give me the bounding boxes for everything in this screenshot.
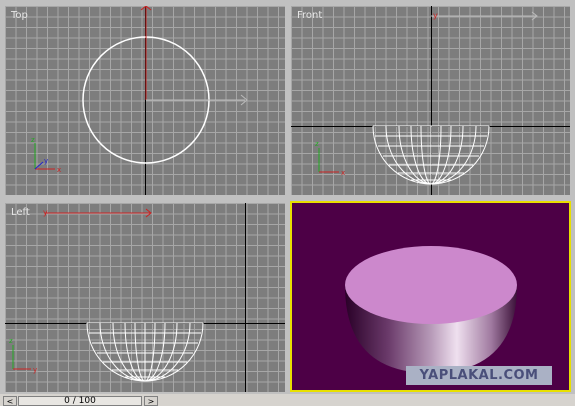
- tripod-label-y: y: [44, 157, 48, 165]
- hemisphere-wireframe: [372, 125, 490, 185]
- tripod-label-z: z: [9, 337, 13, 345]
- left-scene: y z y: [9, 208, 204, 382]
- gizmo-label-y: y: [433, 11, 438, 20]
- timeline-next-button[interactable]: >: [144, 396, 158, 406]
- timeline-prev-button[interactable]: <: [3, 396, 17, 406]
- tripod-y: [34, 161, 44, 170]
- tripod-label-x: x: [57, 166, 61, 174]
- tripod-label-z: z: [315, 140, 319, 148]
- top-scene: z x y: [31, 6, 248, 174]
- bowl-rim: [345, 246, 517, 324]
- tripod-label-y: y: [33, 366, 37, 374]
- viewport-label-front: Front: [297, 10, 323, 21]
- timeline-slider[interactable]: 0 / 100: [18, 396, 142, 406]
- tripod-label-x: x: [341, 169, 345, 177]
- viewport-front[interactable]: y z x Front: [291, 6, 570, 195]
- perspective-scene: [345, 246, 517, 373]
- watermark: YAPLAKAL.COM: [406, 366, 552, 385]
- tripod-label-z: z: [31, 136, 35, 144]
- hemisphere-wireframe: [86, 322, 204, 382]
- viewport-left[interactable]: y z y Left: [5, 203, 285, 392]
- viewport-label-left: Left: [11, 207, 30, 218]
- viewport-perspective[interactable]: [290, 201, 571, 392]
- viewport-label-top: Top: [11, 10, 28, 21]
- front-scene: y z x: [315, 11, 538, 185]
- viewport-top[interactable]: z x y Top: [5, 6, 285, 195]
- gizmo-label-y: y: [43, 208, 48, 217]
